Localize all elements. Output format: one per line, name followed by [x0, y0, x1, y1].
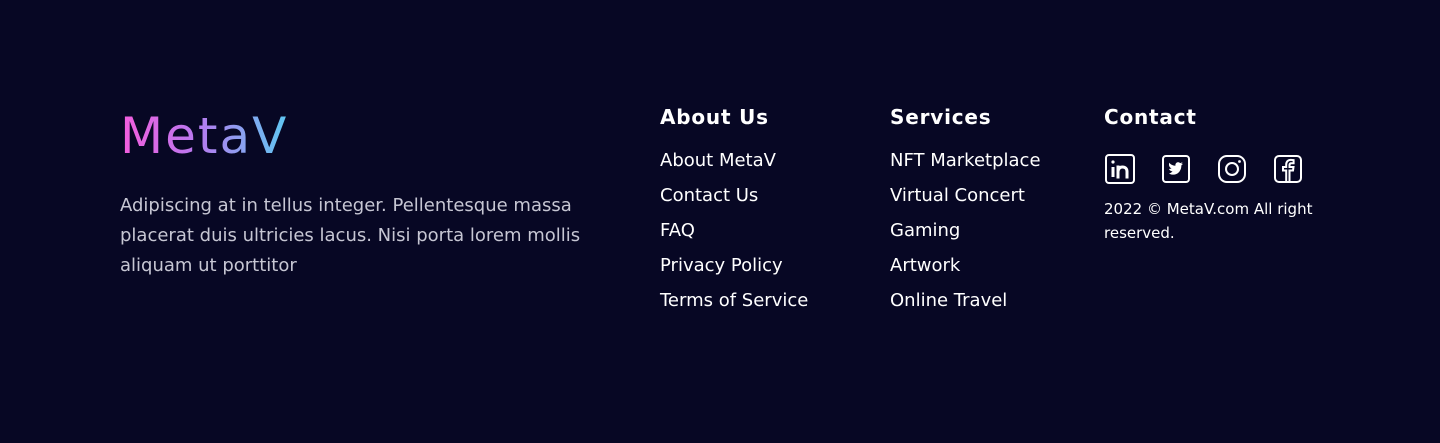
metav-logo[interactable]: MetaV — [120, 108, 288, 164]
link-contact-us[interactable]: Contact Us — [660, 185, 758, 206]
link-artwork[interactable]: Artwork — [890, 255, 960, 276]
contact-column: Contact 2022 © MetaV.com All right reser… — [1104, 103, 1334, 245]
about-us-links: About MetaV Contact Us FAQ Privacy Polic… — [660, 149, 860, 313]
site-footer: MetaV Adipiscing at in tellus integer. P… — [0, 0, 1440, 443]
about-us-heading: About Us — [660, 105, 769, 129]
brand-section: MetaV Adipiscing at in tellus integer. P… — [120, 108, 590, 281]
link-gaming[interactable]: Gaming — [890, 220, 960, 241]
link-privacy-policy[interactable]: Privacy Policy — [660, 255, 783, 276]
link-virtual-concert[interactable]: Virtual Concert — [890, 185, 1025, 206]
facebook-icon[interactable] — [1272, 153, 1304, 185]
instagram-icon[interactable] — [1216, 153, 1248, 185]
contact-heading: Contact — [1104, 105, 1197, 129]
services-heading: Services — [890, 105, 992, 129]
services-links: NFT Marketplace Virtual Concert Gaming A… — [890, 149, 1090, 313]
linkedin-icon[interactable] — [1104, 153, 1136, 185]
twitter-icon[interactable] — [1160, 153, 1192, 185]
services-column: Services NFT Marketplace Virtual Concert… — [890, 103, 1090, 324]
link-nft-marketplace[interactable]: NFT Marketplace — [890, 150, 1041, 171]
link-about-metav[interactable]: About MetaV — [660, 150, 776, 171]
copyright-text: 2022 © MetaV.com All right reserved. — [1104, 200, 1313, 242]
link-faq[interactable]: FAQ — [660, 220, 695, 241]
social-links — [1104, 153, 1334, 185]
link-terms-of-service[interactable]: Terms of Service — [660, 290, 808, 311]
brand-description: Adipiscing at in tellus integer. Pellent… — [120, 195, 581, 276]
link-online-travel[interactable]: Online Travel — [890, 290, 1007, 311]
about-us-column: About Us About MetaV Contact Us FAQ Priv… — [660, 103, 860, 324]
